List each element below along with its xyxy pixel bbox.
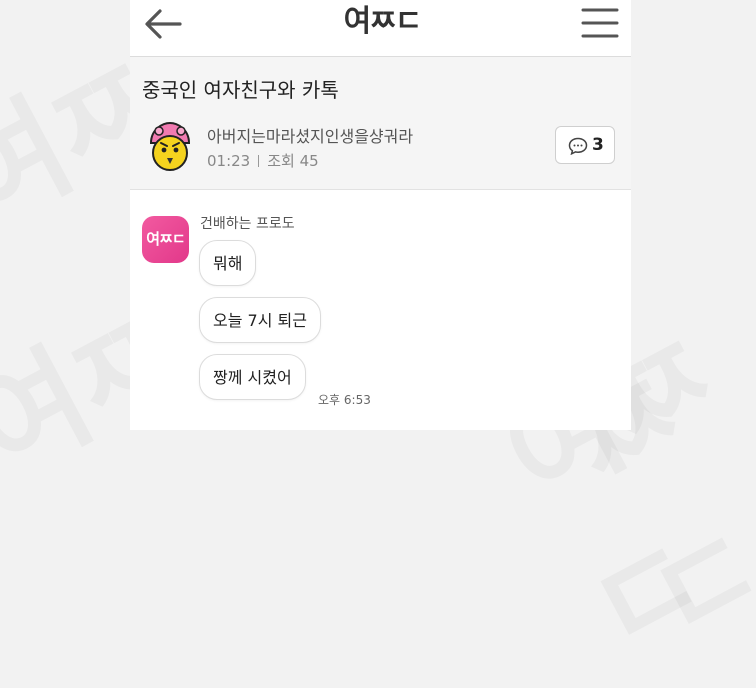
post-time: 01:23 — [207, 152, 251, 170]
author-avatar-icon[interactable] — [145, 121, 195, 173]
author-name[interactable]: 아버지는마라셨지인생을샹궈라 — [207, 123, 413, 147]
post-title: 중국인 여자친구와 카톡 — [142, 78, 339, 102]
post-meta: 01:23 조회 45 — [207, 150, 319, 171]
app-logo[interactable]: 여ㅉㄷ — [342, 2, 423, 42]
meta-divider — [258, 155, 260, 167]
sender-name: 건배하는 프로도 — [200, 216, 295, 232]
chat-bubble: 뭐해 — [199, 240, 257, 286]
comment-count: 3 — [592, 135, 604, 155]
arrow-left-icon — [145, 9, 182, 39]
views-count: 45 — [299, 152, 319, 170]
top-navigation-bar: 여ㅉㄷ — [130, 0, 631, 57]
chat-bubble: 짱께 시켰어 — [199, 354, 306, 400]
post-header: 중국인 여자친구와 카톡 아버지는마라셨지인생을샹궈라 01:23 조회 45 — [130, 57, 631, 190]
sender-avatar[interactable]: 여ㅉㄷ — [142, 216, 189, 263]
message-timestamp: 오후 6:53 — [318, 393, 371, 407]
chat-bubble: 오늘 7시 퇴근 — [199, 297, 321, 343]
hamburger-menu-button[interactable] — [581, 6, 619, 40]
comment-count-button[interactable]: 3 — [555, 126, 615, 164]
back-button[interactable] — [140, 4, 186, 44]
speech-bubble-icon — [568, 137, 588, 155]
hamburger-icon — [581, 8, 619, 38]
views-label: 조회 — [267, 152, 295, 170]
app-screen: 여ㅉㄷ 중국인 여자친구와 카톡 아버지는마라셨지인생을샹궈라 01:23 조회 … — [130, 0, 631, 430]
